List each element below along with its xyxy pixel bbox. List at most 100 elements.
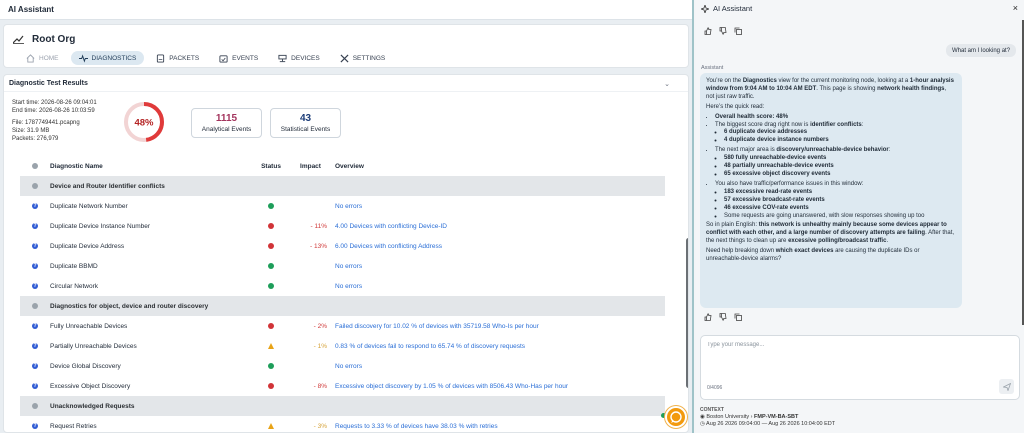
chevron-down-icon[interactable]: ⌄ — [664, 80, 670, 88]
help-icon[interactable]: ? — [32, 283, 38, 289]
tab-diagnostics-label: DIAGNOSTICS — [91, 54, 137, 62]
message-input[interactable] — [707, 342, 1007, 348]
help-icon[interactable]: ? — [32, 263, 38, 269]
impact-value: - 8% — [313, 382, 327, 390]
tab-events-label: EVENTS — [232, 54, 259, 62]
send-button[interactable] — [999, 379, 1014, 394]
diagnostic-name: Excessive Object Discovery — [50, 382, 131, 390]
table-row[interactable]: ? Excessive Object Discovery - 8% Excessive… — [20, 376, 665, 396]
close-button[interactable]: × — [1013, 3, 1018, 13]
overview-link[interactable]: Excessive object discovery by 1.05 % of … — [335, 383, 665, 390]
diagnostic-name: Request Retries — [50, 422, 97, 430]
thumbs-up-icon[interactable] — [704, 313, 712, 321]
help-icon[interactable]: ? — [32, 243, 38, 249]
calendar-icon — [219, 54, 228, 63]
table-row[interactable]: ? Circular Network No errors — [20, 276, 665, 296]
assistant-reply-bubble: You’re on the Diagnostics view for the c… — [700, 73, 962, 308]
clock-icon: ◷ — [700, 421, 705, 427]
list-item: 48 partially unreachable-device events — [724, 163, 956, 171]
help-icon[interactable]: ? — [32, 423, 38, 429]
table-header: Diagnostic Name Status Impact Overview — [20, 156, 665, 176]
copy-icon[interactable] — [734, 313, 742, 321]
tab-packets[interactable]: PACKETS — [148, 51, 207, 65]
collapse-all-icon[interactable] — [32, 163, 38, 169]
collapse-icon[interactable] — [32, 303, 38, 309]
help-icon[interactable]: ? — [32, 203, 38, 209]
meta-packets: Packets: 276,979 — [12, 136, 59, 142]
impact-value: - 3% — [313, 422, 327, 430]
help-icon[interactable]: ? — [32, 343, 38, 349]
help-icon[interactable]: ? — [32, 323, 38, 329]
overview-link[interactable]: 0.83 % of devices fail to respond to 65.… — [335, 343, 665, 350]
overview-link[interactable]: No errors — [335, 363, 665, 370]
diagnostic-name: Circular Network — [50, 282, 99, 290]
category-row[interactable]: Device and Router Identifier conflicts — [20, 176, 665, 196]
list-item: 46 excessive COV-rate events — [724, 205, 956, 213]
status-warning-icon — [268, 423, 274, 429]
user-message-bubble: What am I looking at? — [946, 44, 1017, 57]
status-ok-icon — [268, 203, 274, 209]
table-row[interactable]: ? Duplicate Device Address - 13% 6.00 Devic… — [20, 236, 665, 256]
status-error-icon — [268, 383, 274, 389]
assistant-launcher-button[interactable] — [665, 406, 687, 428]
reply-intro: You’re on the Diagnostics view for the c… — [706, 78, 954, 100]
impact-value: - 1% — [313, 342, 327, 350]
analytical-events-card[interactable]: 1115 Analytical Events — [191, 108, 262, 138]
main-app: AI Assistant Root Org HOME DIAGNOSTICS P… — [0, 0, 694, 433]
overview-link[interactable]: 6.00 Devices with conflicting Address — [335, 243, 665, 250]
overview-link[interactable]: Failed discovery for 10.02 % of devices … — [335, 323, 665, 330]
table-row[interactable]: ? Duplicate BBMD No errors — [20, 256, 665, 276]
table-row[interactable]: ? Duplicate Device Instance Number - 11% 4.… — [20, 216, 665, 236]
table-row[interactable]: ? Partially Unreachable Devices - 1% 0.83 %… — [20, 336, 665, 356]
diagnostic-name: Fully Unreachable Devices — [50, 322, 128, 330]
overview-link[interactable]: No errors — [335, 203, 665, 210]
status-error-icon — [268, 243, 274, 249]
table-row[interactable]: ? Fully Unreachable Devices - 2% Failed dis… — [20, 316, 665, 336]
impact-value: - 2% — [313, 322, 327, 330]
table-row[interactable]: ? Request Retries - 3% Requests to 3.33 % o… — [20, 416, 665, 432]
table-row[interactable]: ? Duplicate Network Number No errors — [20, 196, 665, 216]
thumbs-down-icon[interactable] — [719, 313, 727, 321]
help-icon[interactable]: ? — [32, 223, 38, 229]
impact-value: - 11% — [310, 222, 328, 230]
context-time: ◷ Aug 26 2026 09:04:00 — Aug 26 2026 10:… — [700, 421, 835, 428]
collapse-icon[interactable] — [32, 183, 38, 189]
help-icon[interactable]: ? — [32, 363, 38, 369]
category-name: Unacknowledged Requests — [50, 402, 135, 410]
category-name: Diagnostics for object, device and route… — [50, 302, 209, 310]
org-name: Root Org — [32, 34, 76, 45]
tab-home[interactable]: HOME — [18, 51, 67, 65]
help-icon[interactable]: ? — [32, 383, 38, 389]
tab-diagnostics[interactable]: DIAGNOSTICS — [70, 51, 145, 65]
tab-settings[interactable]: SETTINGS — [332, 51, 394, 65]
thumbs-up-icon[interactable] — [704, 27, 712, 35]
impact-value: - 13% — [310, 242, 327, 250]
overview-link[interactable]: No errors — [335, 263, 665, 270]
copy-icon[interactable] — [734, 27, 742, 35]
tab-devices-label: DEVICES — [291, 54, 320, 62]
list-item: You also have traffic/performance issues… — [715, 181, 956, 221]
table-row[interactable]: ? Device Global Discovery No errors — [20, 356, 665, 376]
tab-events[interactable]: EVENTS — [211, 51, 266, 65]
results-scrollbar[interactable] — [686, 238, 688, 388]
overview-link[interactable]: 4.00 Devices with conflicting Device-ID — [335, 223, 665, 230]
collapse-icon[interactable] — [32, 403, 38, 409]
list-item: Some requests are going unanswered, with… — [724, 213, 956, 221]
category-row[interactable]: Diagnostics for object, device and route… — [20, 296, 665, 316]
statistical-events-card[interactable]: 43 Statistical Events — [270, 108, 341, 138]
message-composer: 0/4096 — [700, 335, 1020, 400]
list-item: The next major area is discovery/unreach… — [715, 147, 956, 179]
thumbs-down-icon[interactable] — [719, 27, 727, 35]
table-body: Device and Router Identifier conflicts? D… — [20, 176, 665, 432]
overview-link[interactable]: Requests to 3.33 % of devices have 38.03… — [335, 423, 665, 430]
status-ok-icon — [268, 363, 274, 369]
list-item: The biggest score drag right now is iden… — [715, 122, 956, 146]
col-impact: Impact — [300, 162, 321, 170]
diagnostic-name: Device Global Discovery — [50, 362, 121, 370]
diagnostic-name: Partially Unreachable Devices — [50, 342, 137, 350]
overview-link[interactable]: No errors — [335, 283, 665, 290]
statistical-events-label: Statistical Events — [280, 126, 331, 133]
assistant-panel: AI Assistant × What am I looking at? Ass… — [696, 0, 1024, 433]
tab-devices[interactable]: DEVICES — [270, 51, 328, 65]
category-row[interactable]: Unacknowledged Requests — [20, 396, 665, 416]
